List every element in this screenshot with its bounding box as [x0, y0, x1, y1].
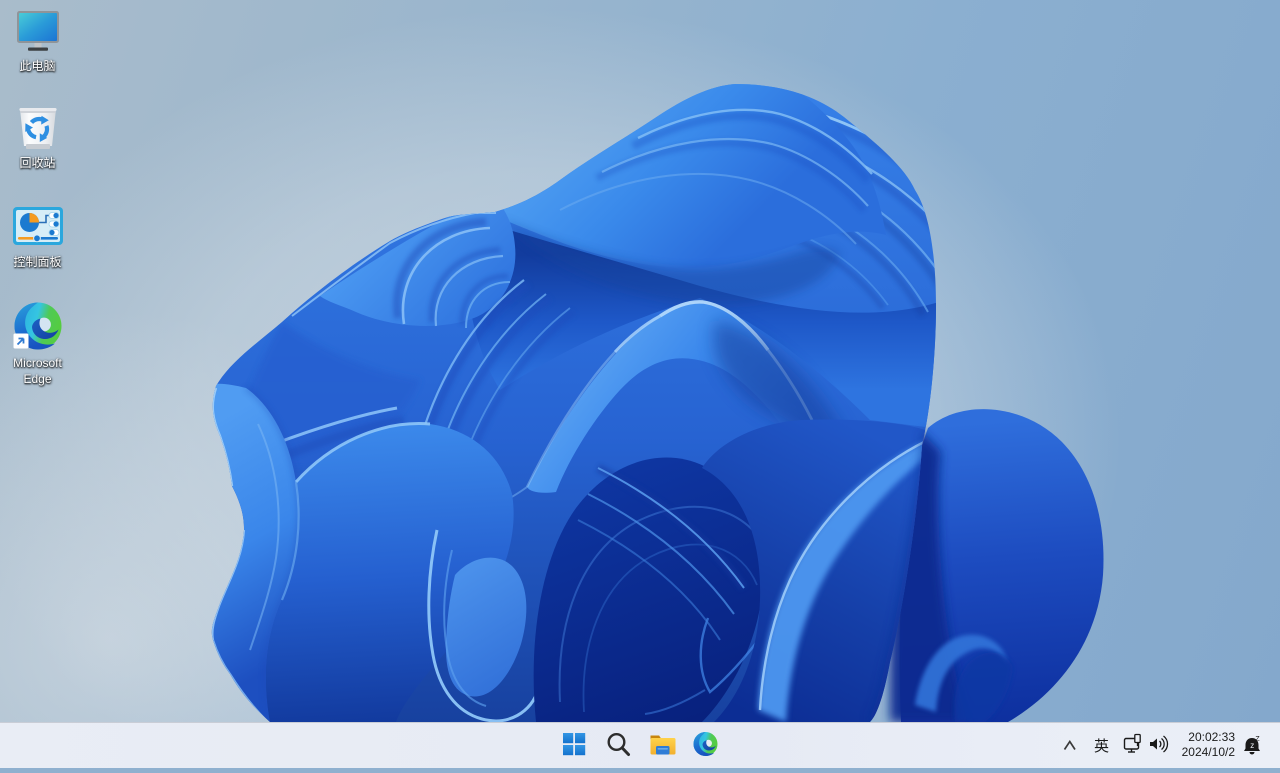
svg-text:Z: Z	[1255, 736, 1260, 743]
svg-text:z: z	[1250, 741, 1254, 750]
svg-text:英: 英	[1094, 737, 1109, 755]
